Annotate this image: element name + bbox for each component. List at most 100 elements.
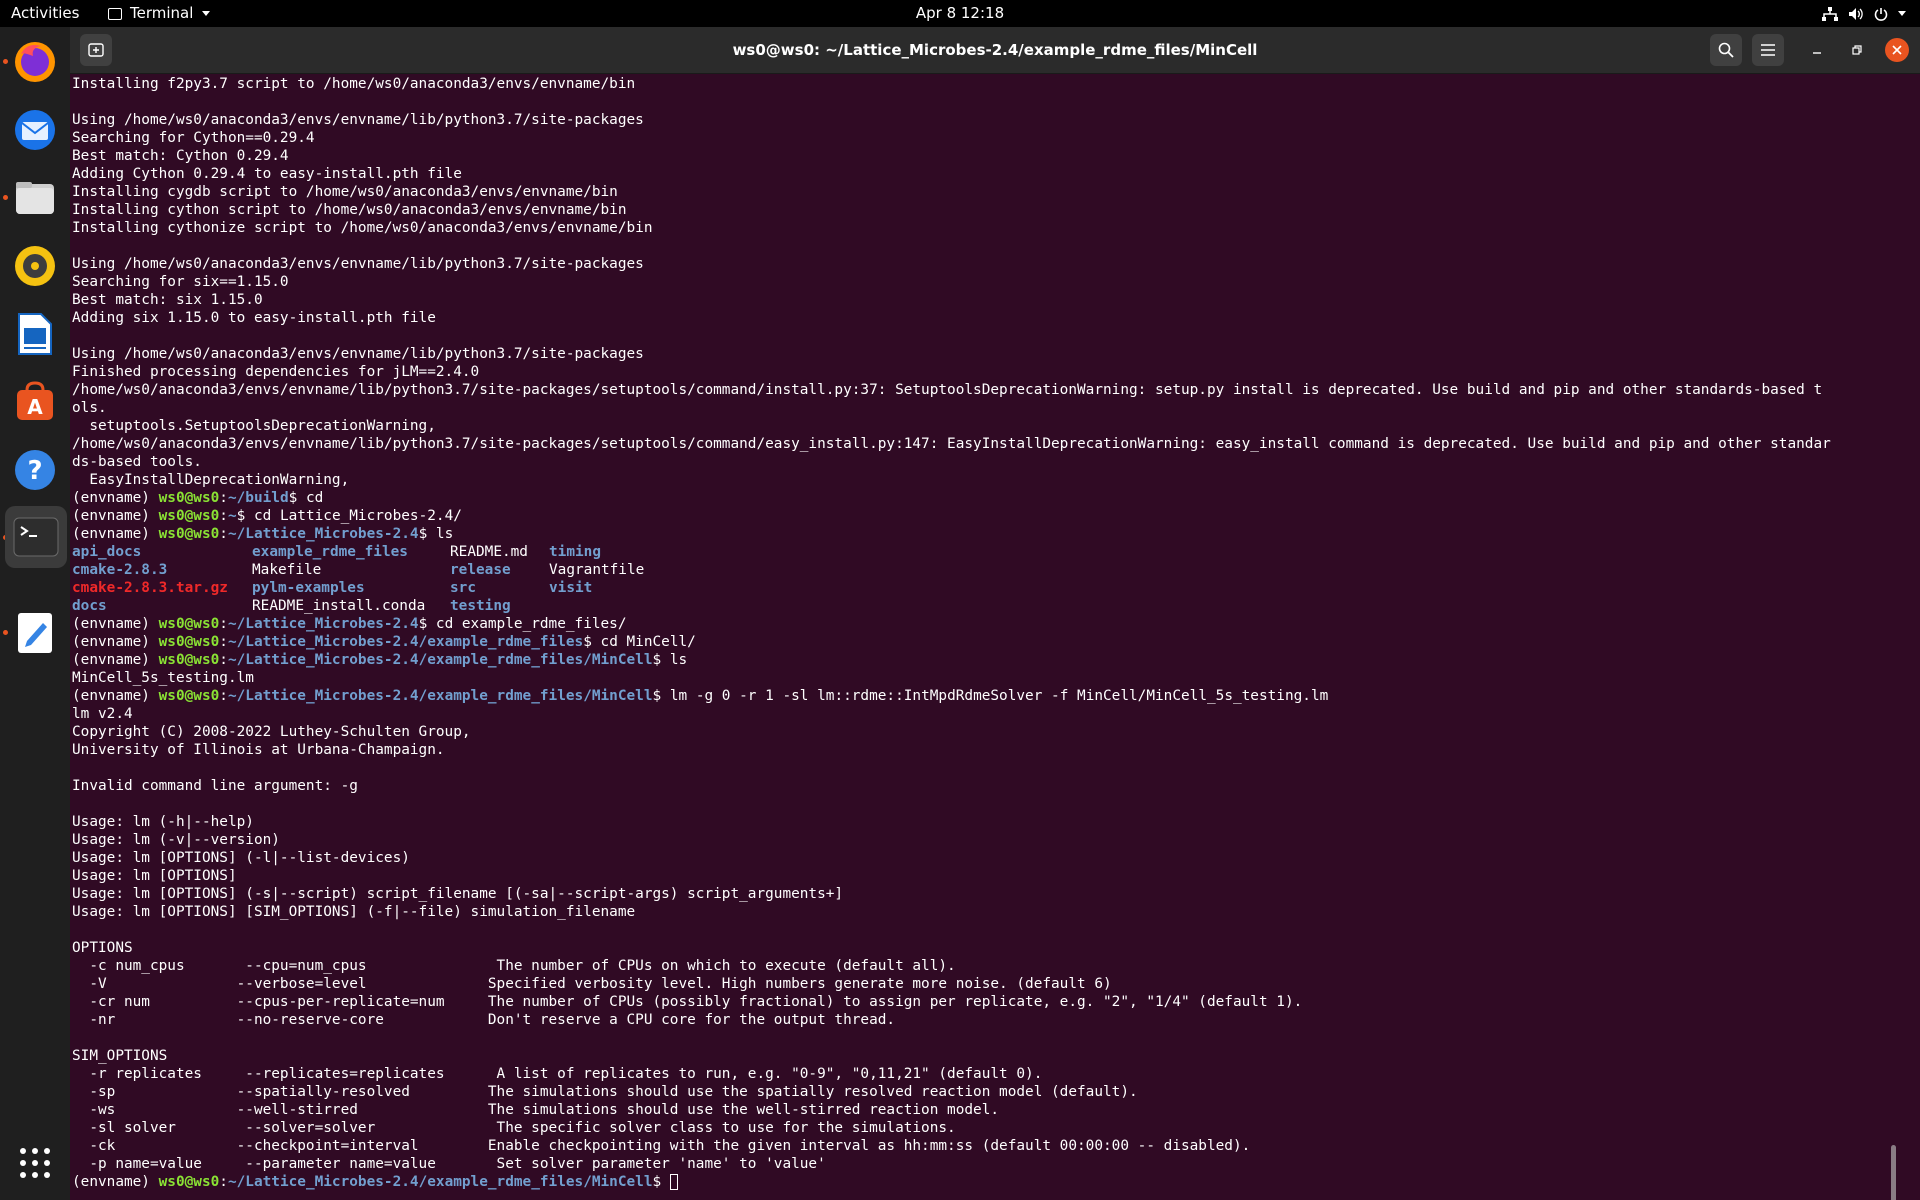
terminal-line: -nr --no-reserve-core Don't reserve a CP…	[72, 1012, 896, 1028]
terminal-line: University of Illinois at Urbana-Champai…	[72, 742, 445, 758]
terminal-line: setuptools.SetuptoolsDeprecationWarning,	[72, 418, 436, 434]
running-indicator	[3, 59, 8, 64]
search-icon	[1718, 42, 1734, 58]
terminal-line: /home/ws0/anaconda3/envs/envname/lib/pyt…	[72, 436, 1831, 452]
user-host: ws0@ws0	[158, 508, 220, 524]
prompt-path: ~/Lattice_Microbes-2.4	[227, 526, 419, 542]
terminal-line: -sp --spatially-resolved The simulations…	[72, 1084, 1138, 1100]
env-name: (envname)	[72, 490, 159, 506]
terminal-line: Usage: lm (-v|--version)	[72, 832, 280, 848]
minimize-icon	[1813, 52, 1821, 54]
power-icon	[1874, 7, 1888, 21]
firefox-icon[interactable]	[9, 36, 61, 88]
prompt-path: ~/Lattice_Microbes-2.4/example_rdme_file…	[227, 1174, 653, 1190]
thunderbird-icon[interactable]	[9, 104, 61, 156]
terminal-line: Using /home/ws0/anaconda3/envs/envname/l…	[72, 256, 644, 272]
system-status-area[interactable]	[1822, 0, 1906, 27]
ls-entry-file: README_install.conda	[252, 598, 426, 614]
terminal-line: Usage: lm [OPTIONS]	[72, 868, 237, 884]
close-icon	[1892, 45, 1902, 55]
prompt-path: ~/Lattice_Microbes-2.4/example_rdme_file…	[227, 634, 584, 650]
terminal-window: ws0@ws0: ~/Lattice_Microbes-2.4/example_…	[70, 27, 1920, 1200]
prompt-colon: :	[219, 1174, 228, 1190]
terminal-output[interactable]: Installing f2py3.7 script to /home/ws0/a…	[72, 75, 1902, 1200]
search-button[interactable]	[1710, 34, 1742, 66]
app-center-icon[interactable]: A	[9, 376, 61, 428]
rhythmbox-icon[interactable]	[9, 240, 61, 292]
scrollbar-thumb[interactable]	[1891, 1145, 1896, 1200]
terminal-line: Installing cythonize script to /home/ws0…	[72, 220, 653, 236]
show-apps-icon[interactable]	[9, 1137, 61, 1189]
terminal-line: ols.	[72, 400, 107, 416]
prompt-line[interactable]: (envname) ws0@ws0:~/Lattice_Microbes-2.4…	[72, 1173, 679, 1191]
prompt-colon: :	[219, 652, 228, 668]
terminal-line: Installing cython script to /home/ws0/an…	[72, 202, 627, 218]
terminal-line: -r replicates --replicates=replicates A …	[72, 1066, 1043, 1082]
help-icon[interactable]: ?	[9, 444, 61, 496]
clock-label[interactable]: Apr 8 12:18	[916, 4, 1004, 22]
terminal-line: Installing f2py3.7 script to /home/ws0/a…	[72, 76, 636, 92]
close-button[interactable]	[1885, 38, 1909, 62]
terminal-line: ds-based tools.	[72, 454, 202, 470]
env-name: (envname)	[72, 526, 159, 542]
terminal-line: /home/ws0/anaconda3/envs/envname/lib/pyt…	[72, 382, 1823, 398]
terminal-line: Searching for Cython==0.29.4	[72, 130, 315, 146]
restore-icon	[1852, 45, 1862, 55]
terminal-line: -cr num --cpus-per-replicate=num The num…	[72, 994, 1303, 1010]
ls-entry-file: MinCell_5s_testing.lm	[72, 670, 254, 686]
top-bar: Activities Terminal Apr 8 12:18	[0, 0, 1920, 27]
window-title: ws0@ws0: ~/Lattice_Microbes-2.4/example_…	[732, 41, 1258, 59]
prompt-path: ~/Lattice_Microbes-2.4/example_rdme_file…	[227, 652, 653, 668]
clock[interactable]: Apr 8 12:18	[0, 0, 1920, 27]
command: $ cd example_rdme_files/	[418, 616, 627, 632]
prompt-colon: :	[219, 616, 228, 632]
menu-button[interactable]	[1752, 34, 1784, 66]
terminal-line: Best match: Cython 0.29.4	[72, 148, 289, 164]
ls-entry-dir: visit	[549, 580, 593, 596]
env-name: (envname)	[72, 508, 159, 524]
terminal-line: -sl solver --solver=solver The specific …	[72, 1120, 956, 1136]
ls-entry-dir: api_docs	[72, 544, 142, 560]
ls-entry-file: README.md	[450, 544, 528, 560]
env-name: (envname)	[72, 688, 159, 704]
svg-text:A: A	[27, 395, 43, 419]
ls-entry-dir: pylm-examples	[252, 580, 365, 596]
running-indicator	[3, 630, 8, 635]
prompt-colon: :	[219, 508, 228, 524]
files-icon[interactable]	[9, 172, 61, 224]
text-editor-icon[interactable]	[9, 607, 61, 659]
terminal-line: lm v2.4	[72, 706, 133, 722]
terminal-line: Adding six 1.15.0 to easy-install.pth fi…	[72, 310, 436, 326]
prompt-line: (envname) ws0@ws0:~/Lattice_Microbes-2.4…	[72, 633, 696, 651]
ls-entry-file: Vagrantfile	[549, 562, 645, 578]
ls-entry-dir: timing	[549, 544, 601, 560]
terminal-line: Using /home/ws0/anaconda3/envs/envname/l…	[72, 112, 644, 128]
header-bar[interactable]: ws0@ws0: ~/Lattice_Microbes-2.4/example_…	[70, 27, 1920, 74]
terminal-line: -ws --well-stirred The simulations shoul…	[72, 1102, 1000, 1118]
libreoffice-writer-icon[interactable]	[9, 308, 61, 360]
hamburger-menu-icon	[1761, 44, 1775, 56]
prompt-line: (envname) ws0@ws0:~/Lattice_Microbes-2.4…	[72, 687, 1328, 705]
prompt-path: ~/Lattice_Microbes-2.4/example_rdme_file…	[227, 688, 653, 704]
prompt-colon: :	[219, 526, 228, 542]
command: $ cd	[288, 490, 324, 506]
prompt-colon: :	[219, 688, 228, 704]
user-host: ws0@ws0	[158, 634, 220, 650]
user-host: ws0@ws0	[158, 490, 220, 506]
prompt-line: (envname) ws0@ws0:~/Lattice_Microbes-2.4…	[72, 615, 627, 633]
terminal-line: Adding Cython 0.29.4 to easy-install.pth…	[72, 166, 462, 182]
ls-entry-dir: release	[450, 562, 511, 578]
prompt-colon: :	[219, 490, 228, 506]
terminal-line: -c num_cpus --cpu=num_cpus The number of…	[72, 958, 956, 974]
maximize-button[interactable]	[1845, 38, 1869, 62]
env-name: (envname)	[72, 616, 159, 632]
terminal-line: Best match: six 1.15.0	[72, 292, 263, 308]
terminal-line: Usage: lm [OPTIONS] (-l|--list-devices)	[72, 850, 410, 866]
prompt-line: (envname) ws0@ws0:~/Lattice_Microbes-2.4…	[72, 525, 453, 543]
terminal-line: Usage: lm (-h|--help)	[72, 814, 254, 830]
ls-entry-dir: docs	[72, 598, 107, 614]
chevron-down-icon	[1898, 11, 1906, 16]
minimize-button[interactable]	[1805, 38, 1829, 62]
terminal-icon[interactable]	[5, 506, 67, 568]
user-host: ws0@ws0	[158, 688, 220, 704]
